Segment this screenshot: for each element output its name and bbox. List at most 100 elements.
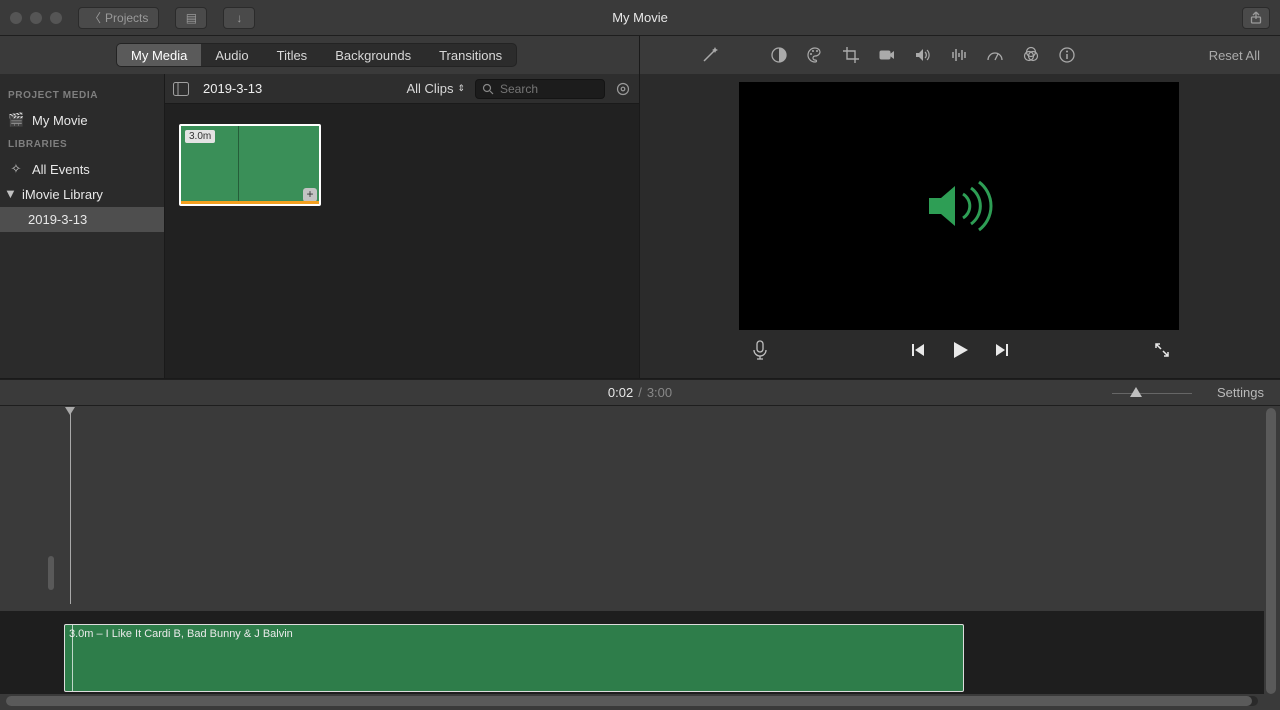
library-list-button[interactable]: ▤ [175, 7, 207, 29]
sidebar-item-project[interactable]: 🎬 My Movie [0, 107, 164, 133]
camera-icon [878, 46, 896, 64]
timeline: 3.0m – I Like It Cardi B, Bad Bunny & J … [0, 406, 1280, 710]
dropdown-chevron-icon: ⇕ [457, 83, 465, 94]
disclosure-triangle-icon[interactable]: ▼ [4, 186, 14, 201]
add-to-timeline-button[interactable]: + [303, 188, 317, 202]
audio-clip-label: 3.0m – I Like It Cardi B, Bad Bunny & J … [69, 628, 293, 640]
back-to-projects-label: Projects [105, 11, 148, 25]
library-sidebar: PROJECT MEDIA 🎬 My Movie LIBRARIES ✧ All… [0, 74, 165, 378]
palette-icon [806, 46, 824, 64]
preview-toolbar: Reset All [640, 36, 1280, 74]
tab-my-media[interactable]: My Media [117, 44, 201, 66]
timeline-h-scrollbar[interactable] [6, 696, 1258, 706]
gear-icon [615, 81, 631, 97]
tab-transitions[interactable]: Transitions [425, 44, 516, 66]
speaker-icon [919, 176, 999, 236]
filter-button[interactable] [1022, 46, 1040, 64]
total-time: 3:00 [647, 385, 672, 400]
sidebar-toggle-icon[interactable] [173, 82, 193, 96]
timeline-v-scrollbar[interactable] [1266, 408, 1276, 694]
browser-event-title: 2019-3-13 [203, 81, 262, 96]
project-media-header: PROJECT MEDIA [0, 84, 164, 107]
crop-button[interactable] [842, 46, 860, 64]
prev-button[interactable] [910, 342, 926, 358]
media-pane: My Media Audio Titles Backgrounds Transi… [0, 36, 640, 378]
volume-button[interactable] [914, 46, 932, 64]
clip-skimmer-line [238, 126, 239, 204]
clips-area[interactable]: 3.0m + [165, 104, 639, 378]
expand-icon [1154, 342, 1170, 358]
half-circle-icon [770, 46, 788, 64]
share-button[interactable] [1242, 7, 1270, 29]
import-icon: ↓ [236, 11, 242, 25]
clip-thumbnail[interactable]: 3.0m + [179, 124, 321, 206]
stabilization-button[interactable] [878, 46, 896, 64]
fullscreen-button[interactable] [1154, 342, 1170, 358]
enhance-wand-button[interactable] [700, 45, 720, 65]
h-scroll-thumb[interactable] [6, 696, 1252, 706]
noise-reduction-button[interactable] [950, 46, 968, 64]
clip-duration-badge: 3.0m [185, 130, 215, 143]
info-button[interactable] [1058, 46, 1076, 64]
back-to-projects-button[interactable]: 〈 Projects [78, 7, 159, 29]
clip-filter-dropdown[interactable]: All Clips ⇕ [406, 81, 465, 96]
speedometer-icon [986, 46, 1004, 64]
media-tabs-row: My Media Audio Titles Backgrounds Transi… [0, 36, 639, 74]
preview-body [640, 74, 1280, 378]
clip-browser: 2019-3-13 All Clips ⇕ [165, 74, 639, 378]
close-window-icon[interactable] [10, 12, 22, 24]
crop-icon [842, 46, 860, 64]
volume-icon [914, 46, 932, 64]
tab-audio[interactable]: Audio [201, 44, 262, 66]
overlap-circles-icon [1022, 46, 1040, 64]
audio-clip-playhead-line [72, 625, 73, 691]
color-balance-button[interactable] [770, 46, 788, 64]
wand-icon [700, 45, 720, 65]
share-icon [1249, 11, 1263, 25]
zoom-thumb-icon[interactable] [1130, 387, 1142, 397]
library-list-icon: ▤ [186, 11, 197, 25]
adjustment-icons [770, 46, 1076, 64]
import-button[interactable]: ↓ [223, 7, 255, 29]
search-field[interactable] [475, 79, 605, 99]
sidebar-item-all-events[interactable]: ✧ All Events [0, 156, 164, 182]
chevron-left-icon: 〈 [89, 9, 101, 26]
v-scroll-thumb[interactable] [1266, 408, 1276, 694]
library-name-label: iMovie Library [22, 187, 103, 202]
play-icon [950, 340, 970, 360]
media-tabs: My Media Audio Titles Backgrounds Transi… [116, 43, 517, 67]
tab-backgrounds[interactable]: Backgrounds [321, 44, 425, 66]
reset-all-button[interactable]: Reset All [1209, 48, 1260, 63]
voiceover-button[interactable] [752, 340, 768, 360]
timeline-audio-lane[interactable]: 3.0m – I Like It Cardi B, Bad Bunny & J … [0, 611, 1264, 694]
libraries-header: LIBRARIES [0, 133, 164, 156]
all-events-label: All Events [32, 162, 90, 177]
browser-settings-button[interactable] [615, 81, 631, 97]
transport-bar [640, 330, 1280, 370]
timeline-audio-clip[interactable]: 3.0m – I Like It Cardi B, Bad Bunny & J … [64, 624, 964, 692]
playhead-time: 0:02/3:00 [608, 385, 672, 400]
tab-titles[interactable]: Titles [263, 44, 322, 66]
sidebar-item-library[interactable]: ▼ iMovie Library [0, 182, 164, 207]
traffic-lights [10, 12, 62, 24]
search-icon [482, 83, 494, 95]
search-input[interactable] [500, 82, 590, 96]
zoom-window-icon[interactable] [50, 12, 62, 24]
next-button[interactable] [994, 342, 1010, 358]
timeline-video-lane[interactable] [0, 406, 1264, 611]
play-button[interactable] [950, 340, 970, 360]
sidebar-item-event[interactable]: 2019-3-13 [0, 207, 164, 232]
skip-back-icon [910, 342, 926, 358]
project-name-label: My Movie [32, 113, 88, 128]
minimize-window-icon[interactable] [30, 12, 42, 24]
timeline-playhead[interactable] [70, 409, 71, 604]
zoom-slider[interactable] [1112, 389, 1192, 399]
window-titlebar: 〈 Projects ▤ ↓ My Movie [0, 0, 1280, 36]
timeline-settings-button[interactable]: Settings [1217, 385, 1264, 400]
browser-toolbar: 2019-3-13 All Clips ⇕ [165, 74, 639, 104]
preview-viewer[interactable] [739, 82, 1179, 330]
speed-button[interactable] [986, 46, 1004, 64]
timeline-info-strip: 0:02/3:00 Settings [0, 379, 1280, 406]
zoom-track [1112, 393, 1192, 394]
color-correction-button[interactable] [806, 46, 824, 64]
